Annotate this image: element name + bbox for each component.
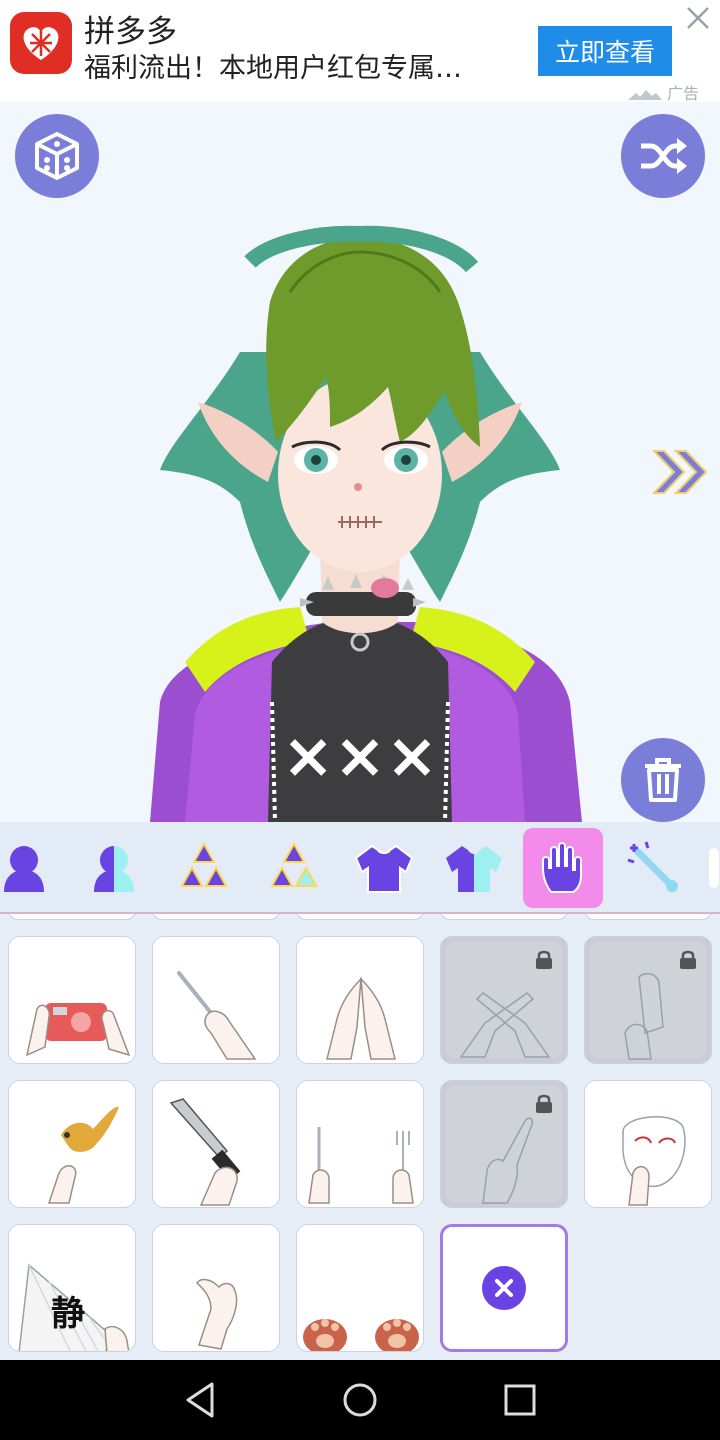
body-silhouette-icon — [4, 846, 44, 892]
system-nav-bar — [0, 1360, 720, 1440]
hands-heart-pose-image — [326, 977, 396, 1060]
next-arrow-icon[interactable] — [650, 447, 712, 497]
hand-pen-image — [177, 971, 257, 1060]
ad-label: 广告 — [628, 80, 699, 104]
tab-hands[interactable] — [523, 828, 603, 908]
grid-item-peek[interactable] — [440, 914, 568, 920]
tab-body-color[interactable] — [74, 828, 154, 908]
lock-icon — [536, 1094, 552, 1113]
shirt-solid-icon — [354, 844, 414, 893]
grid-item-hands-heart-pose[interactable] — [296, 936, 424, 1064]
grid-item-peek[interactable] — [152, 914, 280, 920]
shirt-half-icon — [446, 846, 502, 892]
hand-fan-image: 静 — [18, 1263, 130, 1351]
back-icon[interactable] — [178, 1378, 222, 1422]
grid-item-peek[interactable] — [8, 914, 136, 920]
randomize-dice-button[interactable] — [15, 114, 99, 198]
fan-calligraphy: 静 — [51, 1294, 85, 1334]
grid-item-hand-relaxed[interactable] — [152, 1224, 280, 1352]
triangles-solid-icon — [180, 841, 228, 887]
hands-camera-image — [25, 1003, 131, 1057]
dice-icon — [35, 132, 79, 180]
tab-shapes-color[interactable] — [254, 828, 334, 908]
shuffle-button[interactable] — [621, 114, 705, 198]
triangles-half-icon — [270, 841, 318, 887]
trash-icon — [645, 758, 681, 802]
category-toolbar — [0, 822, 720, 914]
ad-app-logo — [10, 12, 72, 74]
grid-item-hand-fan[interactable]: 静 — [8, 1224, 136, 1352]
grid-item-hand-knife[interactable] — [152, 1080, 280, 1208]
grid-item-hands-knife-fork[interactable] — [296, 1080, 424, 1208]
delete-button[interactable] — [621, 738, 705, 822]
grid-item-hand-pointing-locked[interactable] — [440, 1080, 568, 1208]
grid-item-peek[interactable] — [296, 914, 424, 920]
svg-text:×××: ××× — [282, 719, 438, 792]
home-icon[interactable] — [338, 1378, 382, 1422]
ad-mark-icon — [628, 89, 662, 100]
lock-icon — [536, 950, 552, 969]
hand-knife-image — [169, 1098, 241, 1206]
grid-item-hands-crossed-locked[interactable] — [440, 936, 568, 1064]
ad-banner[interactable]: 拼多多 福利流出！本地用户红包专属… 立即查看 广告 — [0, 0, 720, 104]
grid-item-hand-mask[interactable] — [584, 1080, 712, 1208]
close-icon[interactable] — [684, 4, 712, 32]
hand-icon — [542, 842, 582, 893]
grid-item-hand-pen[interactable] — [152, 936, 280, 1064]
grid-item-hands-camera[interactable] — [8, 936, 136, 1064]
magic-wand-icon — [627, 841, 678, 892]
tab-more-partial[interactable] — [704, 828, 720, 908]
hands-knife-fork-image — [308, 1127, 414, 1204]
ad-description: 福利流出！本地用户红包专属… — [84, 53, 462, 84]
shuffle-icon — [641, 138, 687, 174]
tab-top-color[interactable] — [434, 828, 514, 908]
grid-item-hands-raised-locked[interactable] — [584, 936, 712, 1064]
app-root: 拼多多 福利流出！本地用户红包专属… 立即查看 广告 ××× 静 — [0, 0, 720, 1440]
ad-view-button[interactable]: 立即查看 — [538, 26, 672, 76]
remove-item-icon — [482, 1266, 526, 1310]
item-grid: 静 — [0, 914, 720, 1360]
avatar-illustration: ××× — [150, 225, 582, 822]
ad-label-text: 广告 — [667, 84, 700, 103]
tab-effects[interactable] — [614, 828, 694, 908]
tab-body[interactable] — [0, 828, 64, 908]
ad-title: 拼多多 — [84, 14, 177, 50]
paws-image — [303, 1309, 419, 1351]
tab-top[interactable] — [344, 828, 424, 908]
avatar-stage: ××× — [0, 102, 720, 822]
hand-bird-image — [47, 1106, 119, 1204]
hand-relaxed-image — [196, 1278, 238, 1350]
grid-item-hand-bird[interactable] — [8, 1080, 136, 1208]
lock-icon — [680, 950, 696, 969]
grid-item-paws[interactable] — [296, 1224, 424, 1352]
hand-mask-image — [622, 1116, 686, 1206]
tab-shapes[interactable] — [164, 828, 244, 908]
grid-item-none-selected[interactable] — [440, 1224, 568, 1352]
body-half-color-icon — [94, 846, 134, 892]
recents-icon[interactable] — [498, 1378, 542, 1422]
grid-item-peek[interactable] — [584, 914, 712, 920]
